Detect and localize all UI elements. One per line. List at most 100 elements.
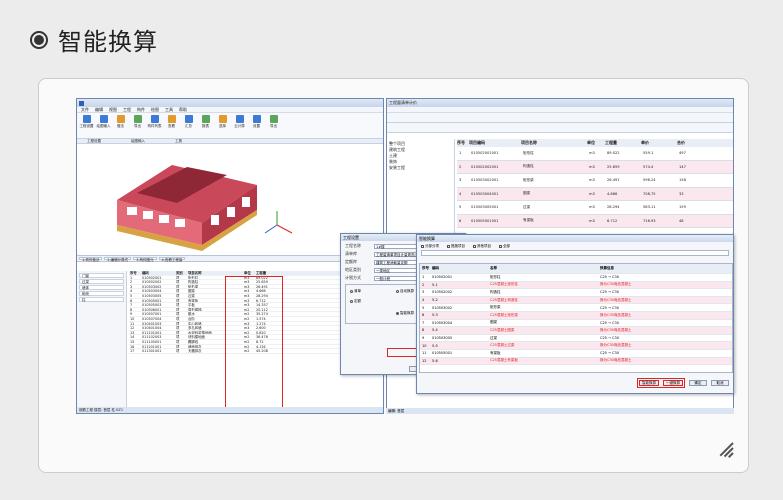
table-cell: C25混凝土矩形柱 xyxy=(490,282,518,287)
ribbon-button[interactable]: 选择 xyxy=(215,115,230,136)
table-row[interactable]: 6 010505001001 有梁板 m3 6.712 716.93 48 xyxy=(457,214,733,228)
table-row[interactable]: 9 010503005 过梁 C25 → C30 xyxy=(420,335,732,343)
checkbox-icon xyxy=(499,244,502,248)
ribbon-button[interactable]: 报表 xyxy=(198,115,213,136)
ribbon-label: 工程设置 xyxy=(79,124,94,128)
tool-icon xyxy=(133,115,142,123)
ribbon-label: 绘图输入 xyxy=(96,124,111,128)
table-row[interactable]: 5 010503002 矩形梁 C25 → C30 xyxy=(420,304,732,312)
table-cell: 11 xyxy=(422,351,427,356)
table-cell: 28.294 xyxy=(607,205,620,210)
option-quota[interactable]: 定额 xyxy=(350,299,361,304)
tree-item[interactable]: 安装工程 xyxy=(389,165,452,171)
table-cell: C25混凝土有梁板 xyxy=(490,358,518,363)
table-cell: 3 xyxy=(422,290,425,295)
tab[interactable]: 4.查看工程量 xyxy=(158,257,186,262)
option-bill[interactable]: 清单 xyxy=(350,289,361,294)
table-cell: 010502002001 xyxy=(471,164,499,169)
ribbon-button[interactable]: 构件列表 xyxy=(147,115,162,136)
field-label: 清单库 xyxy=(345,251,357,256)
tree-item[interactable]: 门窗 xyxy=(79,273,124,278)
tree-item[interactable]: 砌块 xyxy=(79,291,124,296)
tab[interactable]: 1.构件做法 xyxy=(79,257,103,262)
table-cell: 6.712 xyxy=(607,218,618,223)
table-cell: 010502001001 xyxy=(471,151,499,156)
table-row[interactable]: 7 010503004 圈梁 C25 → C30 xyxy=(420,320,732,328)
ok-button[interactable]: 确定 xyxy=(689,380,707,386)
ribbon-button[interactable]: 导出 xyxy=(130,115,145,136)
menu-item[interactable]: 工具 xyxy=(165,107,173,113)
table-row[interactable]: 3 010502002 构造柱 C25 → C30 xyxy=(420,289,732,297)
window-title: 工程量清单计价 xyxy=(389,100,417,105)
table-row[interactable]: 8 5-4 C25混凝土圈梁 换为C30商品混凝土 xyxy=(420,327,732,335)
ribbon-label: 选择 xyxy=(219,124,226,128)
table-cell: 147 xyxy=(679,164,686,169)
option-smart-convert[interactable]: 智能换算 xyxy=(396,311,414,316)
tab[interactable]: 3.构件图元 xyxy=(133,257,157,262)
ribbon-button[interactable]: 汇总 xyxy=(181,115,196,136)
filter-option[interactable]: 全部 xyxy=(499,244,510,248)
ribbon-group-label: 工具 xyxy=(175,139,182,143)
menu-item[interactable]: 视图 xyxy=(109,107,117,113)
ribbon-button[interactable]: 工程设置 xyxy=(79,115,94,136)
tree-item[interactable]: 柱 xyxy=(79,297,124,302)
table-row[interactable]: 2 5-1 C25混凝土矩形柱 换为C30商品混凝土 xyxy=(420,281,732,290)
building-3d-view[interactable] xyxy=(77,145,383,255)
cancel-button[interactable]: 取消 xyxy=(711,380,729,386)
ribbon-button[interactable]: 设置 xyxy=(249,115,264,136)
table-cell: 158 xyxy=(679,178,686,183)
ribbon-button[interactable]: 导出 xyxy=(266,115,281,136)
resize-grip-icon xyxy=(714,438,734,458)
table-cell: 708.75 xyxy=(643,191,656,196)
tool-icon xyxy=(252,115,261,123)
table-cell: 矩形柱 xyxy=(523,150,534,155)
option-auto-convert[interactable]: 自动换算 xyxy=(396,289,414,294)
menu-item[interactable]: 工程 xyxy=(123,107,131,113)
table-cell: 5-3 xyxy=(432,313,438,318)
table-cell: 3 xyxy=(459,178,462,183)
menu-item[interactable]: 文件 xyxy=(81,107,89,113)
table-row[interactable]: 1 010502001001 矩形柱 m3 89.022 559.1 497 xyxy=(457,147,733,161)
table-cell: m3 xyxy=(589,218,595,223)
modeling-window: 文件 编辑 视图 工程 构件 绘图 工具 帮助 工程设置 绘图输入 做法 导出 构件列表 查看 汇总 报表选… xyxy=(76,98,384,414)
checkbox-icon xyxy=(473,244,476,248)
ribbon-button[interactable]: 绘图输入 xyxy=(96,115,111,136)
building-model-icon xyxy=(117,165,293,251)
column-header: 单价 xyxy=(641,140,649,145)
menu-item[interactable]: 编辑 xyxy=(95,107,103,113)
menu-item[interactable]: 构件 xyxy=(137,107,145,113)
table-row[interactable]: 3 010503002001 矩形梁 m3 26.491 596.24 158 xyxy=(457,174,733,188)
table-row[interactable]: 2 010502002001 构造柱 m3 25.659 574.4 147 xyxy=(457,160,733,174)
table-row[interactable]: 10 5-5 C25混凝土过梁 换为C30商品混凝土 xyxy=(420,342,732,350)
table-cell: 项 xyxy=(176,312,180,316)
table-row[interactable]: 12 5-6 C25混凝土有梁板 换为C30商品混凝土 xyxy=(420,357,732,366)
menu-item[interactable]: 绘图 xyxy=(151,107,159,113)
ribbon-button[interactable]: 查看 xyxy=(164,115,179,136)
tab[interactable]: 2.编辑计算式 xyxy=(104,257,132,262)
table-row[interactable]: 4 5-2 C25混凝土构造柱 换为C30商品混凝土 xyxy=(420,296,732,305)
table-row[interactable]: 5 010503005001 过梁 m3 28.294 563.11 159 xyxy=(457,201,733,215)
table-cell: 010503005 xyxy=(142,293,162,298)
table-cell: 011101001 xyxy=(142,330,162,335)
table-row[interactable]: 6 5-3 C25混凝土矩形梁 换为C30商品混凝土 xyxy=(420,311,732,320)
tree-item[interactable]: 墙体 xyxy=(79,285,124,290)
tree-item[interactable]: 过梁 xyxy=(79,279,124,284)
table-row[interactable]: 1 010502001 矩形柱 C25 → C30 xyxy=(420,274,732,282)
table-cell: 7 xyxy=(130,303,133,307)
table-cell: C25 → C30 xyxy=(600,320,619,325)
table-row[interactable]: 11 010505001 有梁板 C25 → C30 xyxy=(420,350,732,358)
filter-option[interactable]: 措施项目 xyxy=(447,244,465,248)
filter-option[interactable]: 其他项目 xyxy=(473,244,491,248)
table-cell: 010505003 xyxy=(142,303,162,307)
table-cell: m3 xyxy=(589,178,595,183)
filter-option[interactable]: 分部分项 xyxy=(421,244,439,248)
ribbon-button[interactable]: 做法 xyxy=(113,115,128,136)
table-cell: 圈梁 xyxy=(490,320,497,325)
table-row[interactable]: 4 010503004001 圈梁 m3 4.666 708.75 33 xyxy=(457,187,733,201)
ribbon-label: 导出 xyxy=(134,124,141,128)
menu-item[interactable]: 帮助 xyxy=(179,107,187,113)
table-cell: 25.659 xyxy=(607,164,620,169)
table-cell: C25混凝土圈梁 xyxy=(490,327,515,332)
ribbon-button[interactable]: 云计算 xyxy=(232,115,247,136)
search-input[interactable] xyxy=(421,250,729,256)
